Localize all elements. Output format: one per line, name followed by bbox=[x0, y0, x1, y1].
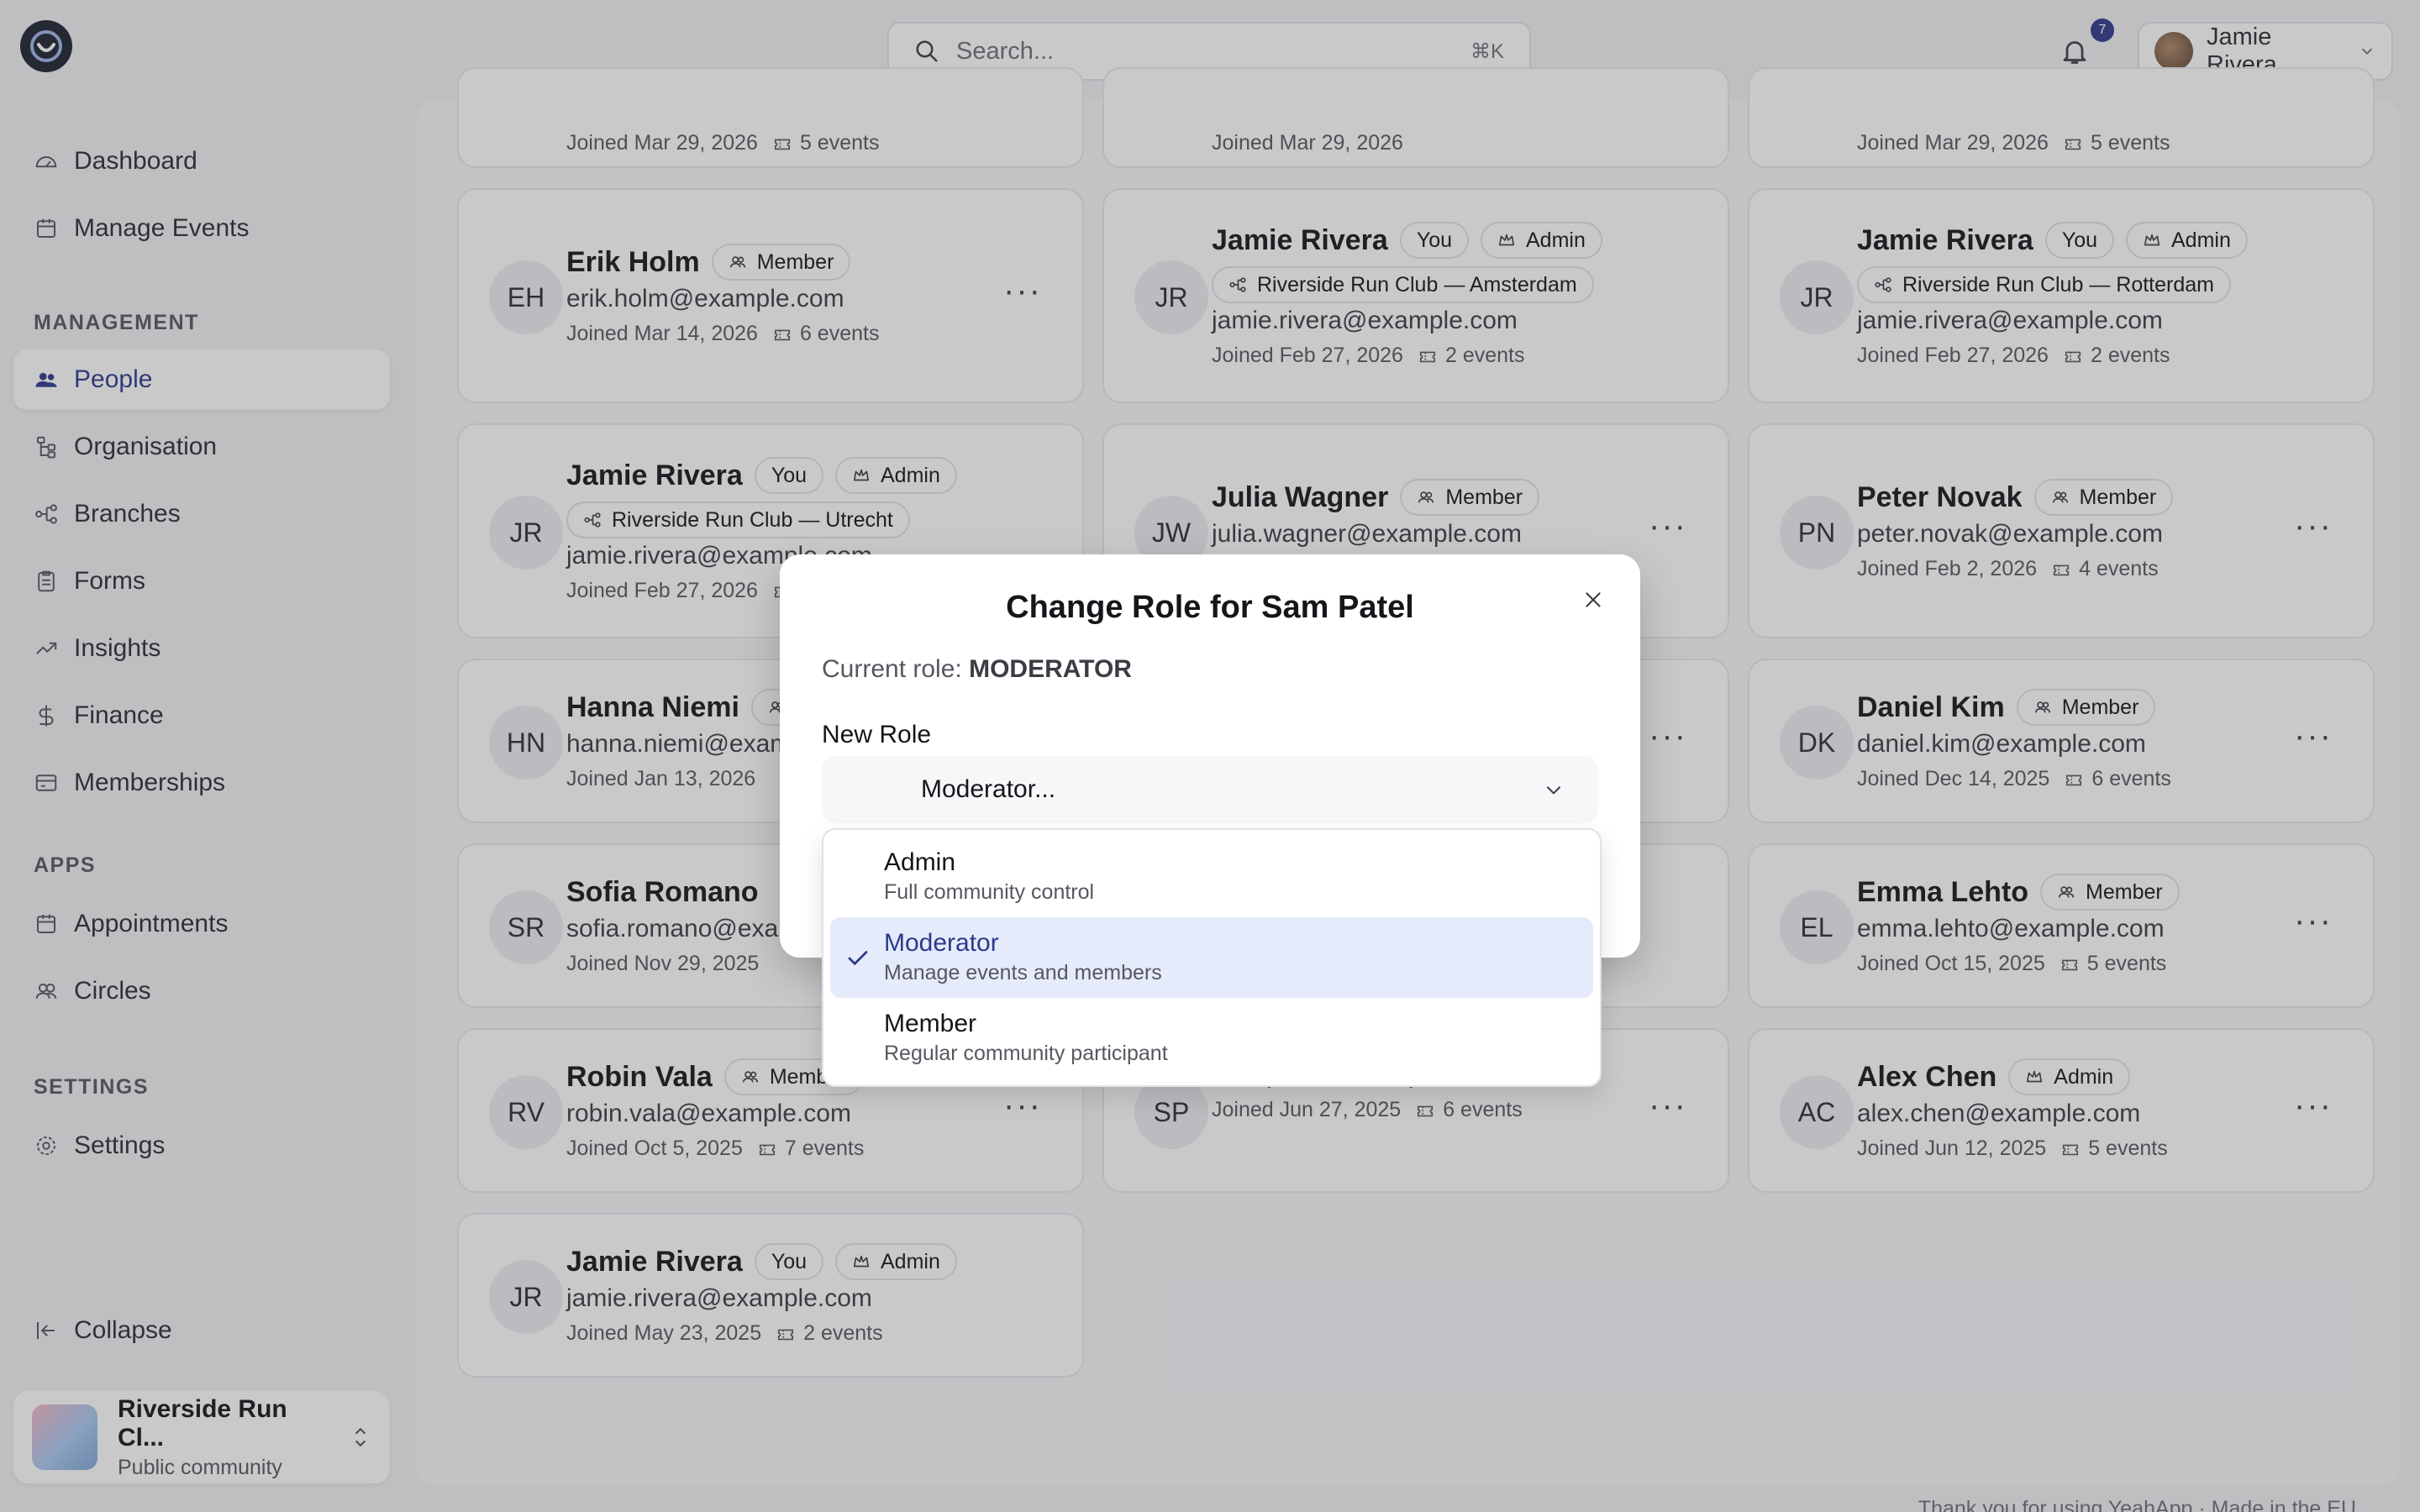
option-title: Moderator bbox=[884, 929, 999, 957]
role-select[interactable]: Moderator... bbox=[822, 756, 1598, 823]
current-role-label: Current role: bbox=[822, 655, 962, 683]
check-icon bbox=[848, 951, 868, 966]
close-button[interactable] bbox=[1576, 583, 1610, 617]
dialog-title: Change Role for Sam Patel bbox=[1006, 590, 1414, 625]
option-subtitle: Manage events and members bbox=[884, 961, 1162, 984]
close-icon bbox=[1586, 592, 1601, 607]
option-subtitle: Full community control bbox=[884, 880, 1095, 904]
new-role-label: New Role bbox=[822, 721, 932, 748]
role-dropdown: Admin Full community control Moderator M… bbox=[822, 828, 1602, 1087]
role-option-admin[interactable]: Admin Full community control bbox=[830, 837, 1593, 917]
role-option-moderator[interactable]: Moderator Manage events and members bbox=[830, 917, 1593, 998]
current-role-value: MODERATOR bbox=[969, 655, 1132, 683]
current-role: Current role: MODERATOR bbox=[822, 655, 1132, 684]
role-option-member[interactable]: Member Regular community participant bbox=[830, 998, 1593, 1079]
option-title: Admin bbox=[884, 848, 956, 876]
role-select-value: Moderator... bbox=[921, 775, 1056, 803]
option-title: Member bbox=[884, 1010, 977, 1037]
option-subtitle: Regular community participant bbox=[884, 1042, 1168, 1065]
chevron-down-icon bbox=[1546, 786, 1561, 795]
